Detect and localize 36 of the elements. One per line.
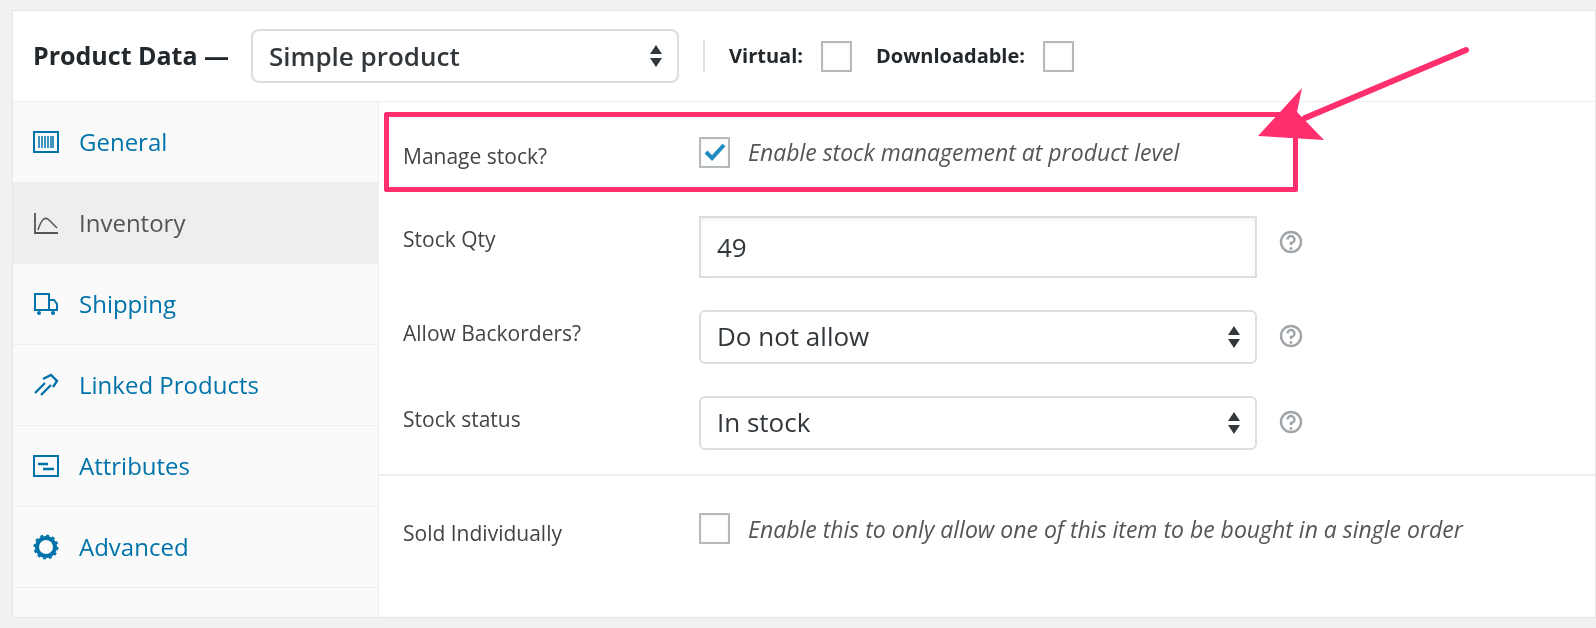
checkbox[interactable]: [820, 40, 852, 72]
checkmark-icon: [703, 143, 726, 162]
field-label: Sold Individually: [403, 517, 563, 549]
gear-icon: [33, 534, 59, 560]
field-description: Enable stock management at product level: [748, 135, 1180, 170]
option-label: Downloadable:: [875, 41, 1025, 71]
help-icon[interactable]: [1279, 229, 1303, 254]
link-icon: [33, 373, 59, 397]
field-description: Enable this to only allow one of this item to be bought in a single order: [748, 511, 1463, 546]
chart-icon: [33, 212, 59, 234]
field-label: Stock status: [403, 403, 522, 435]
dropdown[interactable]: Do not allow: [699, 309, 1257, 364]
field-label: Manage stock?: [403, 141, 549, 172]
list-icon: [33, 455, 59, 477]
truck-icon: [33, 292, 59, 316]
field-label: Stock Qty: [403, 223, 497, 255]
field-label: Allow Backorders?: [403, 317, 583, 349]
sidebar-tab[interactable]: Linked Products: [13, 345, 378, 426]
select-arrows-icon: [649, 44, 664, 68]
help-icon[interactable]: [1279, 409, 1303, 434]
barcode-icon: [33, 131, 59, 153]
select-arrows-icon: [1227, 324, 1241, 349]
product-type-dropdown[interactable]: Simple product: [251, 29, 680, 83]
help-icon[interactable]: [1279, 323, 1303, 348]
sidebar-tab[interactable]: Inventory: [13, 183, 378, 264]
select-arrows-icon: [1227, 410, 1241, 435]
sidebar-tab[interactable]: Attributes: [13, 426, 378, 507]
checkbox[interactable]: [699, 513, 730, 545]
option-label: Virtual:: [729, 41, 803, 71]
input-field[interactable]: 49: [699, 215, 1257, 278]
sidebar-tab[interactable]: Shipping: [13, 264, 378, 345]
panel-title: Product Data —: [33, 37, 230, 75]
checkbox[interactable]: [1043, 40, 1074, 72]
dropdown[interactable]: In stock: [699, 395, 1257, 450]
sidebar-tab[interactable]: Advanced: [13, 507, 378, 588]
checkbox[interactable]: [699, 136, 730, 168]
